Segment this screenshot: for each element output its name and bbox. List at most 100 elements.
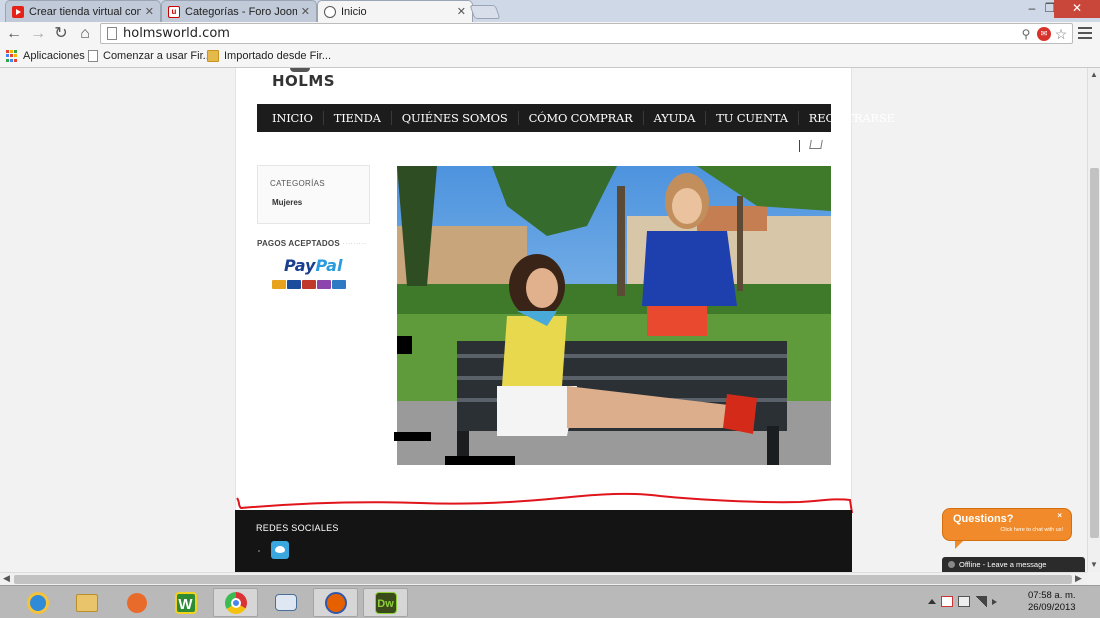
- window-close-icon[interactable]: ✕: [1054, 0, 1100, 18]
- nav-inicio[interactable]: INICIO: [262, 111, 324, 125]
- bookmark-item[interactable]: Comenzar a usar Fir...: [88, 50, 212, 62]
- close-tab-icon[interactable]: ✕: [145, 5, 154, 18]
- taskbar-clock[interactable]: 07:58 a. m. 26/09/2013: [1028, 590, 1076, 614]
- bookmark-label: Aplicaciones: [23, 50, 85, 62]
- chat-offline-bar[interactable]: Offline - Leave a message: [942, 557, 1085, 572]
- cart-icon[interactable]: [809, 140, 823, 149]
- redaction-block: [397, 336, 412, 354]
- scroll-up-icon[interactable]: ▲: [1090, 70, 1098, 79]
- page-viewport: HOLMS INICIO TIENDA QUIÉNES SOMOS CÓMO C…: [0, 68, 1087, 572]
- reload-icon[interactable]: ↻: [52, 25, 70, 43]
- tab-label: Inicio: [341, 5, 367, 18]
- tray-app-icon[interactable]: [941, 596, 953, 607]
- firefox-icon: [324, 591, 347, 614]
- new-tab-button[interactable]: [469, 5, 501, 19]
- globe-icon: [324, 5, 336, 18]
- chrome-menu-icon[interactable]: [1078, 27, 1092, 39]
- chat-questions-bubble[interactable]: Questions? Click here to chat with us! ×: [942, 508, 1072, 549]
- dreamweaver-icon: Dw: [374, 591, 397, 614]
- bookmark-folder[interactable]: Importado desde Fir...: [207, 50, 331, 62]
- volume-icon[interactable]: [992, 598, 997, 605]
- bookmark-apps[interactable]: Aplicaciones: [6, 50, 85, 62]
- nav-registrarse[interactable]: REGISTRARSE: [799, 111, 905, 125]
- forward-icon[interactable]: →: [29, 25, 47, 43]
- close-tab-icon[interactable]: ✕: [301, 5, 310, 18]
- webmatrix-icon: W: [174, 591, 197, 614]
- categories-title: CATEGORÍAS: [270, 179, 325, 188]
- nav-quienes-somos[interactable]: QUIÉNES SOMOS: [392, 111, 519, 125]
- taskbar-ie[interactable]: [15, 588, 60, 617]
- payments-title-text: PAGOS ACEPTADOS: [257, 239, 340, 248]
- taskbar-flash[interactable]: [114, 588, 159, 617]
- scroll-down-icon[interactable]: ▼: [1090, 560, 1098, 569]
- taskbar-firefox[interactable]: [313, 588, 358, 617]
- list-bullet: [258, 550, 260, 552]
- chat-close-icon[interactable]: ×: [1057, 511, 1062, 520]
- scrollbar-thumb[interactable]: [14, 575, 1072, 584]
- close-tab-icon[interactable]: ✕: [457, 5, 466, 18]
- apps-icon: [6, 50, 18, 62]
- taskbar-explorer[interactable]: [64, 588, 109, 617]
- browser-tab-youtube[interactable]: Crear tienda virtual con Jo ✕: [5, 0, 161, 22]
- chrome-icon: [224, 591, 247, 614]
- address-bar[interactable]: holmsworld.com ⚲ ✉ ☆: [100, 23, 1073, 44]
- paypal-logo: PayPal: [284, 256, 342, 275]
- page-icon: [88, 50, 98, 62]
- star-icon[interactable]: ☆: [1054, 27, 1068, 41]
- browser-tab-inicio[interactable]: Inicio ✕: [317, 0, 473, 22]
- back-icon[interactable]: ←: [5, 25, 23, 43]
- taskbar-dreamweaver[interactable]: Dw: [363, 588, 408, 617]
- bookmarks-bar: Aplicaciones Comenzar a usar Fir... Impo…: [0, 46, 1100, 68]
- taskbar-remote[interactable]: [263, 588, 308, 617]
- site-footer: REDES SOCIALES: [235, 510, 852, 572]
- bookmark-label: Comenzar a usar Fir...: [103, 50, 212, 62]
- remote-desktop-icon: [274, 594, 297, 611]
- amex-icon: [332, 280, 346, 289]
- category-link-mujeres[interactable]: Mujeres: [272, 198, 302, 207]
- tab-label: Crear tienda virtual con Jo: [29, 5, 141, 18]
- nav-como-comprar[interactable]: CÓMO COMPRAR: [519, 111, 644, 125]
- browser-tab-strip: Crear tienda virtual con Jo ✕ u Categorí…: [0, 0, 1100, 22]
- page-icon: [107, 27, 117, 40]
- payments-title-dots: ·········: [342, 239, 367, 248]
- status-dot-icon: [948, 561, 955, 568]
- scrollbar-thumb[interactable]: [1090, 168, 1099, 538]
- taskbar-chrome[interactable]: [213, 588, 258, 617]
- nav-tienda[interactable]: TIENDA: [324, 111, 392, 125]
- file-explorer-icon: [75, 593, 98, 612]
- extension-icon[interactable]: ✉: [1037, 27, 1051, 41]
- scroll-right-icon[interactable]: ▶: [1075, 573, 1082, 584]
- tray-expand-icon[interactable]: [928, 599, 936, 604]
- twitter-icon[interactable]: [271, 541, 289, 559]
- card-logos: [272, 280, 346, 289]
- windows-taskbar: W Dw 07:58 a. m. 26/09/2013: [0, 585, 1100, 618]
- cart-divider: [799, 140, 800, 152]
- scroll-left-icon[interactable]: ◀: [3, 573, 10, 584]
- youtube-icon: [12, 5, 24, 18]
- clock-time: 07:58 a. m.: [1028, 590, 1076, 601]
- paypal-logo-pal: Pal: [315, 256, 343, 275]
- redaction-block: [394, 432, 431, 441]
- home-icon[interactable]: ⌂: [76, 25, 94, 43]
- battery-icon[interactable]: [958, 596, 970, 607]
- url-text: holmsworld.com: [123, 26, 230, 41]
- internet-explorer-icon: [26, 591, 49, 614]
- vertical-scrollbar[interactable]: ▲ ▼: [1087, 68, 1100, 572]
- nav-tu-cuenta[interactable]: TU CUENTA: [706, 111, 799, 125]
- mastercard-icon: [272, 280, 286, 289]
- footer-social-title: REDES SOCIALES: [256, 523, 339, 533]
- network-icon[interactable]: [975, 596, 987, 607]
- categories-module: CATEGORÍAS Mujeres: [257, 165, 370, 224]
- search-icon[interactable]: ⚲: [1019, 27, 1033, 41]
- horizontal-scrollbar[interactable]: ◀ ▶: [0, 572, 1087, 585]
- site-logo[interactable]: HOLMS: [272, 68, 335, 90]
- taskbar-webmatrix[interactable]: W: [163, 588, 208, 617]
- mastercard-icon: [302, 280, 316, 289]
- redaction-block: [445, 456, 515, 465]
- system-tray: [928, 596, 997, 607]
- clock-date: 26/09/2013: [1028, 602, 1076, 613]
- bookmark-label: Importado desde Fir...: [224, 50, 331, 62]
- nav-ayuda[interactable]: AYUDA: [644, 111, 707, 125]
- browser-tab-joomla[interactable]: u Categorías - Foro Joomla! ✕: [161, 0, 317, 22]
- chat-title: Questions?: [953, 513, 1014, 525]
